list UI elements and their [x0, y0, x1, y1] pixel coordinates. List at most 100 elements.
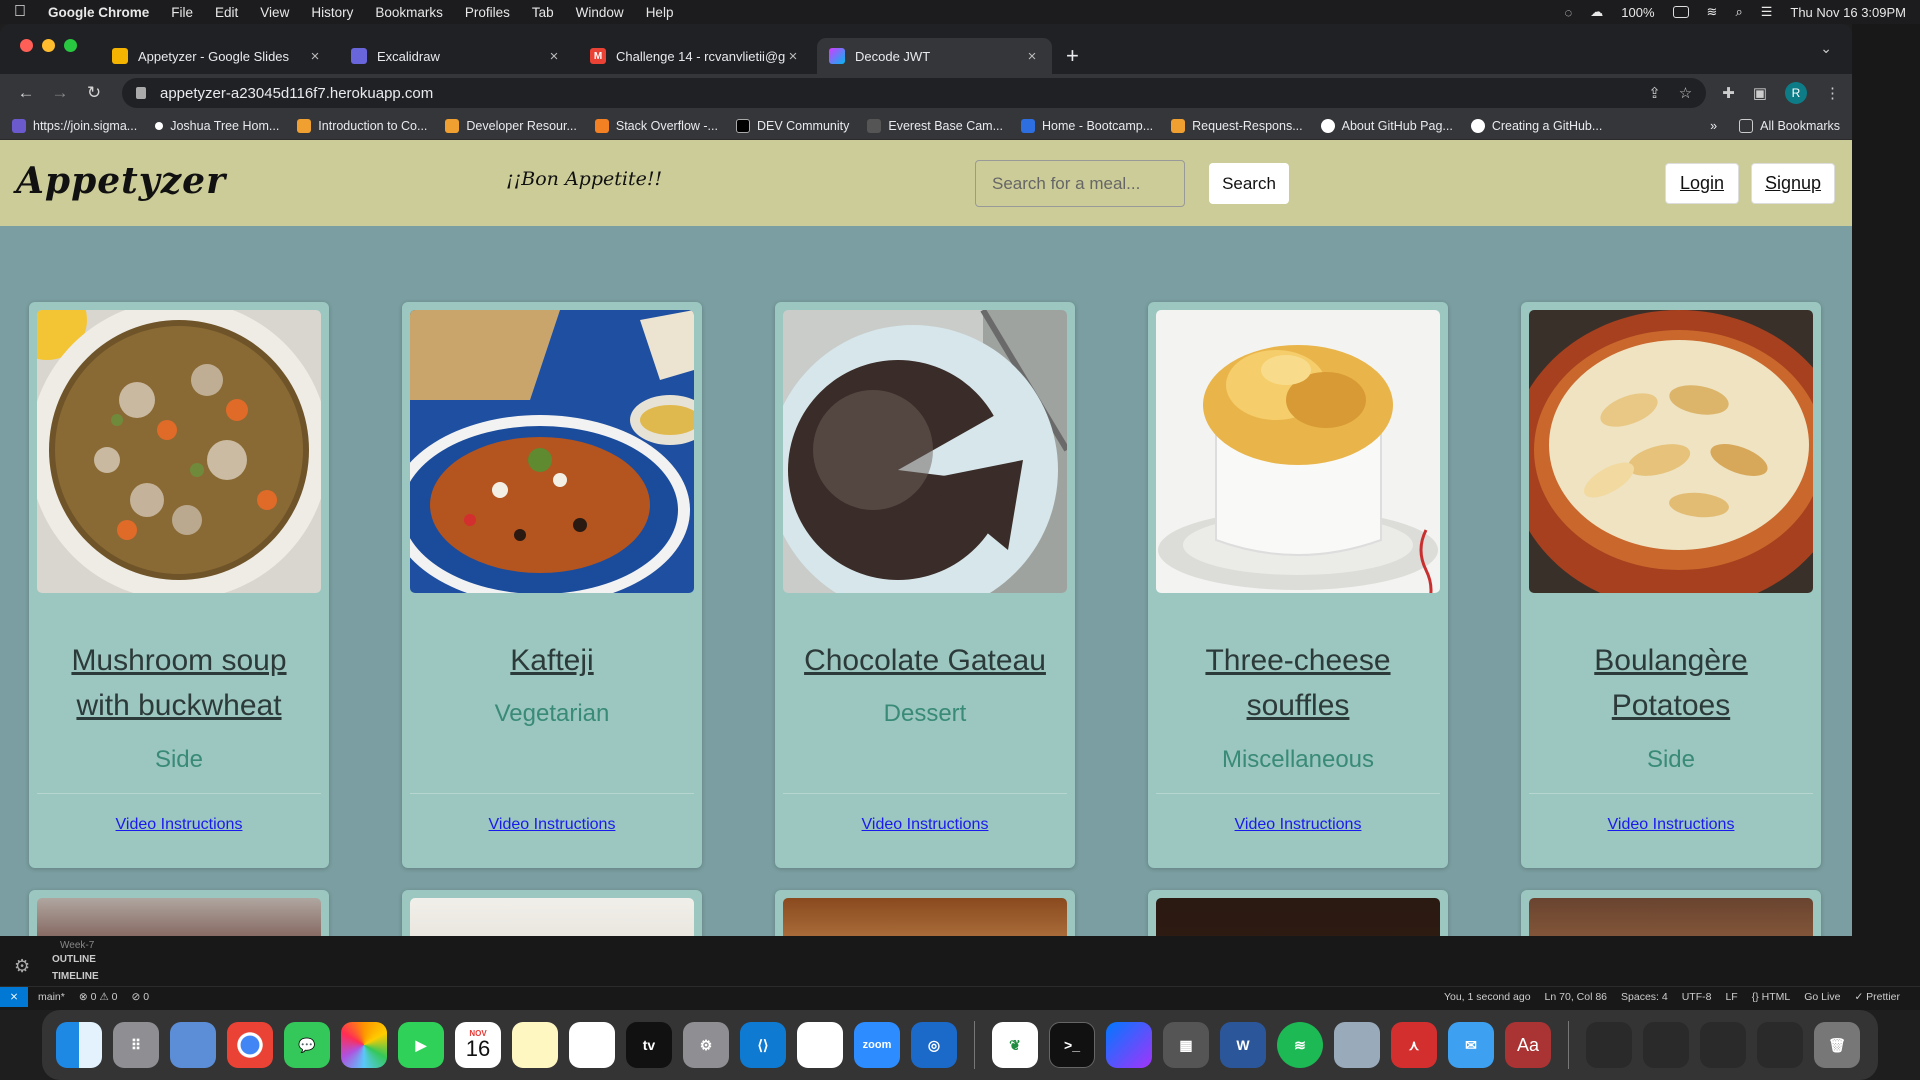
- menu-bookmarks[interactable]: Bookmarks: [375, 5, 443, 20]
- word-icon[interactable]: W: [1220, 1022, 1266, 1068]
- recent-window-thumbnail[interactable]: [1643, 1022, 1689, 1068]
- line-ending[interactable]: LF: [1725, 991, 1737, 1003]
- bookmark-item[interactable]: Stack Overflow -...: [594, 118, 718, 133]
- encoding[interactable]: UTF-8: [1682, 991, 1712, 1003]
- acrobat-icon[interactable]: ⋏: [1391, 1022, 1437, 1068]
- calendar-icon[interactable]: NOV 16: [455, 1022, 501, 1068]
- all-bookmarks-button[interactable]: All Bookmarks: [1739, 118, 1840, 133]
- tree-folder[interactable]: Week-7: [60, 940, 94, 951]
- back-arrow-icon[interactable]: ←: [12, 83, 40, 103]
- meal-image-three-cheese-souffles[interactable]: [1156, 310, 1440, 593]
- bookmarks-overflow-button[interactable]: »: [1710, 119, 1717, 133]
- minimize-window-button[interactable]: [42, 39, 55, 52]
- profile-avatar[interactable]: R: [1785, 82, 1807, 104]
- close-tab-icon[interactable]: ×: [546, 48, 562, 65]
- ports-count[interactable]: ⊘ 0: [132, 991, 150, 1003]
- system-settings-icon[interactable]: ⚙: [683, 1022, 729, 1068]
- terminal-icon[interactable]: >_: [1049, 1022, 1095, 1068]
- side-panel-icon[interactable]: ▣: [1753, 84, 1767, 102]
- mail-icon[interactable]: ✉: [1448, 1022, 1494, 1068]
- meal-title-link[interactable]: Kafteji: [422, 638, 682, 683]
- menu-profiles[interactable]: Profiles: [465, 5, 510, 20]
- zoom-icon[interactable]: zoom: [854, 1022, 900, 1068]
- wifi-icon[interactable]: ≋: [1707, 4, 1718, 20]
- forward-arrow-icon[interactable]: →: [46, 83, 74, 103]
- calculator-icon[interactable]: ▦: [1163, 1022, 1209, 1068]
- bookmark-item[interactable]: Home - Bootcamp...: [1021, 118, 1153, 133]
- notes-icon[interactable]: [512, 1022, 558, 1068]
- meal-image-chocolate-gateau[interactable]: [783, 310, 1067, 593]
- bookmark-item[interactable]: Everest Base Cam...: [867, 118, 1003, 133]
- meal-title-link[interactable]: Chocolate Gateau: [795, 638, 1055, 683]
- messenger-icon[interactable]: [1106, 1022, 1152, 1068]
- control-center-icon[interactable]: ☰: [1761, 4, 1773, 20]
- close-window-button[interactable]: [20, 39, 33, 52]
- preview-icon[interactable]: [1334, 1022, 1380, 1068]
- menu-file[interactable]: File: [171, 5, 193, 20]
- chrome-icon[interactable]: [227, 1022, 273, 1068]
- site-logo[interactable]: Appetyzer: [16, 160, 226, 202]
- search-button[interactable]: Search: [1209, 163, 1289, 204]
- tab-excalidraw[interactable]: Excalidraw ×: [339, 38, 574, 74]
- meal-image[interactable]: [783, 898, 1067, 936]
- dictionary-icon[interactable]: Aa: [1505, 1022, 1551, 1068]
- meal-title-link[interactable]: Mushroom soup with buckwheat: [49, 638, 309, 728]
- loop-icon[interactable]: ◎: [911, 1022, 957, 1068]
- menu-history[interactable]: History: [311, 5, 353, 20]
- spotlight-icon[interactable]: ⌕: [1735, 4, 1742, 20]
- meal-image[interactable]: [1529, 898, 1813, 936]
- close-tab-icon[interactable]: ×: [307, 48, 323, 65]
- bookmark-item[interactable]: Developer Resour...: [445, 118, 577, 133]
- git-branch[interactable]: main*: [38, 991, 65, 1003]
- mongodb-icon[interactable]: ❦: [992, 1022, 1038, 1068]
- menu-view[interactable]: View: [260, 5, 289, 20]
- tab-decode-jwt[interactable]: Decode JWT ×: [817, 38, 1052, 74]
- vscode-icon[interactable]: ⟨⟩: [740, 1022, 786, 1068]
- messages-icon[interactable]: 💬: [284, 1022, 330, 1068]
- meal-title-link[interactable]: Three-cheese souffles: [1168, 638, 1428, 728]
- bookmark-item[interactable]: Request-Respons...: [1171, 118, 1303, 133]
- meal-image[interactable]: [37, 898, 321, 936]
- remote-icon[interactable]: ⨯: [0, 986, 28, 1007]
- lock-icon[interactable]: [136, 87, 146, 99]
- menu-edit[interactable]: Edit: [215, 5, 238, 20]
- video-instructions-link[interactable]: Video Instructions: [402, 816, 702, 834]
- menu-help[interactable]: Help: [646, 5, 674, 20]
- menubar-clock[interactable]: Thu Nov 16 3:09PM: [1790, 5, 1906, 20]
- language-mode[interactable]: {} HTML: [1752, 991, 1791, 1003]
- launchpad-icon[interactable]: ⠿: [113, 1022, 159, 1068]
- bookmark-item[interactable]: About GitHub Pag...: [1320, 118, 1453, 133]
- kebab-menu-icon[interactable]: ⋮: [1825, 84, 1840, 102]
- share-icon[interactable]: ⇪: [1648, 84, 1661, 102]
- recent-window-thumbnail[interactable]: [1586, 1022, 1632, 1068]
- meal-title-link[interactable]: Boulangère Potatoes: [1541, 638, 1801, 728]
- new-tab-button[interactable]: +: [1066, 38, 1079, 74]
- login-button[interactable]: Login: [1665, 163, 1739, 204]
- git-blame[interactable]: You, 1 second ago: [1444, 991, 1531, 1003]
- cloud-icon[interactable]: ☁: [1590, 4, 1603, 20]
- tab-search-chevron-icon[interactable]: ⌄: [1820, 40, 1832, 57]
- meal-image-kafteji[interactable]: [410, 310, 694, 593]
- menu-tab[interactable]: Tab: [532, 5, 554, 20]
- bookmark-item[interactable]: DEV Community: [735, 118, 849, 133]
- gear-icon[interactable]: ⚙: [14, 956, 30, 977]
- extensions-icon[interactable]: ✚: [1722, 84, 1735, 102]
- bookmark-item[interactable]: https://join.sigma...: [12, 118, 137, 133]
- cursor-position[interactable]: Ln 70, Col 86: [1545, 991, 1607, 1003]
- meal-search-input[interactable]: [975, 160, 1185, 207]
- close-tab-icon[interactable]: ×: [785, 48, 801, 65]
- outline-section[interactable]: OUTLINE: [52, 954, 96, 965]
- tab-google-slides[interactable]: Appetyzer - Google Slides ×: [100, 38, 335, 74]
- facetime-icon[interactable]: ▶: [398, 1022, 444, 1068]
- problems-count[interactable]: ⊗ 0 ⚠ 0: [79, 991, 118, 1003]
- address-bar[interactable]: appetyzer-a23045d116f7.herokuapp.com ⇪ ☆: [122, 78, 1707, 108]
- video-instructions-link[interactable]: Video Instructions: [1148, 816, 1448, 834]
- recent-window-thumbnail[interactable]: [1757, 1022, 1803, 1068]
- bookmark-item[interactable]: Creating a GitHub...: [1470, 118, 1602, 133]
- meal-image[interactable]: [1156, 898, 1440, 936]
- prettier[interactable]: ✓ Prettier: [1854, 991, 1900, 1003]
- go-live[interactable]: Go Live: [1804, 991, 1840, 1003]
- video-instructions-link[interactable]: Video Instructions: [1521, 816, 1821, 834]
- bookmark-item[interactable]: Joshua Tree Hom...: [155, 119, 279, 133]
- battery-icon[interactable]: [1672, 6, 1689, 18]
